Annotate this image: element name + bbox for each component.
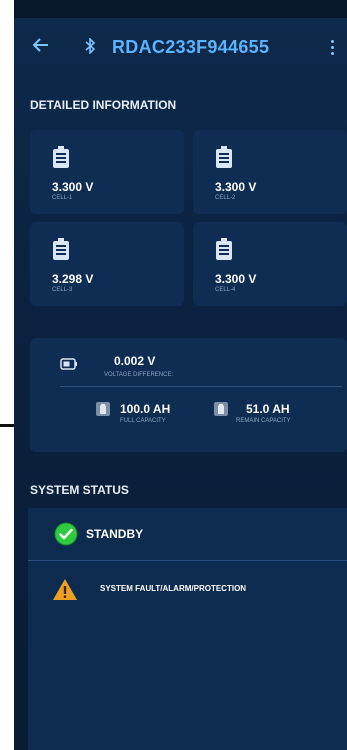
cell-label: CELL-2 [215, 195, 236, 201]
more-options-icon[interactable] [331, 40, 335, 58]
remain-capacity-label: REMAIN CAPACITY [236, 418, 291, 424]
cell-card-4: 3.300 V CELL-4 [193, 222, 347, 306]
status-divider [28, 560, 347, 561]
app-bar: RDAC233F944655 [14, 18, 347, 76]
battery-icon [53, 238, 69, 260]
cell-card-2: 3.300 V CELL-2 [193, 130, 347, 214]
back-arrow-icon[interactable] [32, 36, 54, 58]
full-capacity-label: FULL CAPACITY [120, 418, 166, 424]
battery-icon [216, 238, 232, 260]
capacity-icon [96, 402, 110, 416]
system-status-card: STANDBY SYSTEM FAULT/ALARM/PROTECTION [28, 508, 347, 750]
cell-card-1: 3.300 V CELL-1 [30, 130, 184, 214]
pack-summary-card: 0.002 V VOLTAGE DIFFERENCE: 100.0 AH FUL… [30, 338, 347, 452]
cell-label: CELL-1 [52, 195, 73, 201]
warning-triangle-icon [53, 579, 77, 600]
detailed-information-heading: DETAILED INFORMATION [30, 98, 177, 112]
fault-status: SYSTEM FAULT/ALARM/PROTECTION [100, 584, 247, 593]
cell-voltage: 3.300 V [52, 180, 94, 194]
cell-label: CELL-3 [52, 287, 73, 293]
device-name: RDAC233F944655 [112, 37, 270, 57]
bluetooth-icon [84, 37, 96, 58]
status-bar [14, 0, 347, 18]
battery-icon [53, 146, 69, 168]
check-circle-icon [54, 522, 78, 546]
summary-divider [60, 386, 342, 387]
battery-horizontal-icon [60, 358, 77, 370]
full-capacity-value: 100.0 AH [120, 402, 171, 416]
phone-screen: RDAC233F944655 DETAILED INFORMATION 3.30… [14, 0, 347, 750]
voltage-difference-value: 0.002 V [114, 354, 156, 368]
remain-capacity-value: 51.0 AH [246, 402, 290, 416]
system-status-heading: SYSTEM STATUS [30, 483, 129, 497]
battery-icon [216, 146, 232, 168]
cell-card-3: 3.298 V CELL-3 [30, 222, 184, 306]
remaining-capacity-icon [214, 402, 228, 416]
cell-label: CELL-4 [215, 287, 236, 293]
standby-status: STANDBY [86, 527, 144, 541]
cell-voltage: 3.298 V [52, 272, 94, 286]
voltage-difference-label: VOLTAGE DIFFERENCE: [104, 372, 174, 378]
cell-voltage: 3.300 V [215, 180, 257, 194]
cell-voltage: 3.300 V [215, 272, 257, 286]
